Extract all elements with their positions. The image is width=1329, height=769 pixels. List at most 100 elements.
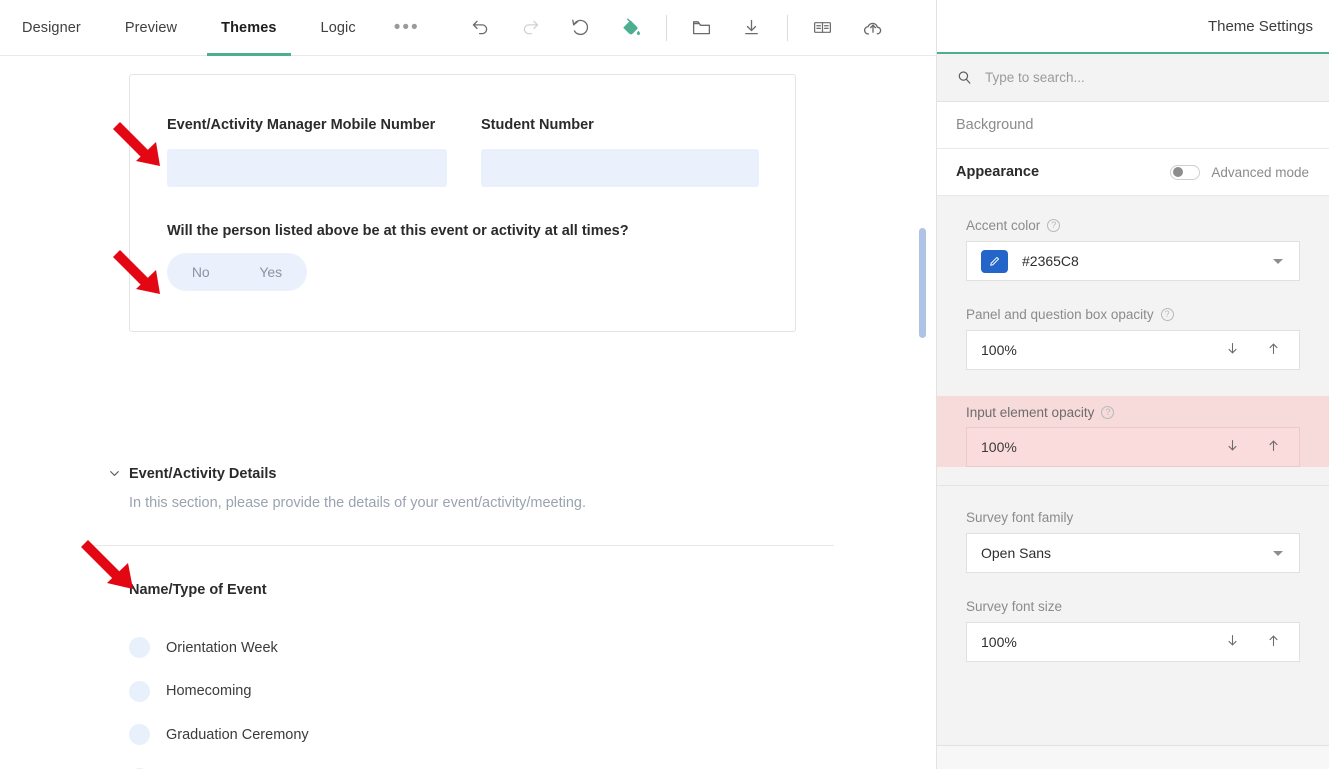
radio-option[interactable]: Homecoming <box>129 670 309 714</box>
toolbar-actions <box>456 10 898 46</box>
chevron-down-icon[interactable] <box>1273 258 1283 264</box>
spacer <box>937 486 1329 510</box>
appearance-fields: Accent color ? #2365C8 Panel and questio… <box>937 196 1329 662</box>
book-icon <box>814 22 832 33</box>
arrow-up-icon[interactable] <box>1266 438 1281 457</box>
arrow-down-icon[interactable] <box>1225 438 1240 457</box>
input-opacity-label-row: Input element opacity ? <box>966 405 1300 420</box>
radio-option-label: Homecoming <box>166 683 252 700</box>
theme-search-placeholder: Type to search... <box>985 70 1085 85</box>
field-mobile-number: Event/Activity Manager Mobile Number <box>167 117 435 133</box>
mobile-number-input[interactable] <box>167 149 447 187</box>
input-opacity-control[interactable]: 100% <box>966 427 1300 467</box>
accordion-background[interactable]: Background <box>937 102 1329 149</box>
font-size-control[interactable]: 100% <box>966 622 1300 662</box>
cloud-upload-icon <box>863 22 881 35</box>
radio-option[interactable]: Graduation Ceremony <box>129 713 309 757</box>
toolbar-divider-2 <box>786 14 788 41</box>
font-family-select[interactable]: Open Sans <box>966 533 1300 573</box>
tab-preview[interactable]: Preview <box>103 0 199 56</box>
redo-button[interactable] <box>513 10 549 46</box>
folder-icon <box>693 21 711 35</box>
advanced-mode-control: Advanced mode <box>1170 164 1309 180</box>
panel-bottom-strip <box>937 745 1329 769</box>
color-swatch[interactable] <box>981 249 1008 273</box>
radio-circle-icon[interactable] <box>129 637 150 659</box>
field-mobile-number-label: Event/Activity Manager Mobile Number <box>167 117 436 133</box>
panel-opacity-value: 100% <box>981 342 1017 358</box>
arrow-down-icon[interactable] <box>1225 633 1240 652</box>
tab-logic-label: Logic <box>320 19 356 36</box>
radio-option[interactable]: Orientation Week <box>129 626 309 670</box>
boolean-option-no[interactable]: No <box>188 264 214 280</box>
chevron-down-icon[interactable] <box>108 467 121 485</box>
accordion-appearance[interactable]: Appearance Advanced mode <box>937 149 1329 196</box>
paint-bucket-icon <box>623 18 641 35</box>
font-family-label: Survey font family <box>966 510 1074 525</box>
question-panel: Event/Activity Manager Mobile Number Stu… <box>129 74 796 332</box>
toolbar-divider-1 <box>665 14 667 41</box>
section-divider <box>90 545 834 546</box>
input-opacity-label: Input element opacity <box>966 405 1095 420</box>
boolean-toggle[interactable]: No Yes <box>167 253 307 291</box>
help-icon[interactable]: ? <box>1160 308 1174 321</box>
pages-button[interactable] <box>805 10 841 46</box>
boolean-question-label-row: Will the person listed above be at this … <box>167 223 629 239</box>
spacer <box>937 467 1329 485</box>
help-icon[interactable]: ? <box>1047 219 1061 232</box>
tab-logic[interactable]: Logic <box>299 0 378 56</box>
input-opacity-value: 100% <box>981 439 1017 455</box>
section-description: In this section, please provide the deta… <box>129 495 586 511</box>
canvas-vertical-scrollbar[interactable] <box>919 228 926 338</box>
arrow-up-icon[interactable] <box>1266 633 1281 652</box>
publish-button[interactable] <box>855 10 891 46</box>
accent-color-control[interactable]: #2365C8 <box>966 241 1300 281</box>
tab-themes[interactable]: Themes <box>199 0 298 56</box>
chevron-down-icon[interactable] <box>1273 550 1283 556</box>
reset-icon <box>572 19 589 35</box>
theme-settings-panel: Theme Settings Type to search... Backgro… <box>936 0 1329 769</box>
top-toolbar: Designer Preview Themes Logic ••• <box>0 0 936 56</box>
panel-opacity-label: Panel and question box opacity <box>966 307 1154 322</box>
reset-button[interactable] <box>563 10 599 46</box>
tab-designer-label: Designer <box>22 19 81 36</box>
field-student-number-label: Student Number <box>481 117 594 133</box>
font-size-value: 100% <box>981 634 1017 650</box>
theme-fill-button[interactable] <box>613 10 649 46</box>
help-icon[interactable]: ? <box>1101 406 1115 419</box>
panel-opacity-control[interactable]: 100% <box>966 330 1300 370</box>
font-family-value: Open Sans <box>981 545 1052 561</box>
accordion-appearance-label: Appearance <box>956 164 1040 180</box>
tab-themes-label: Themes <box>221 19 277 36</box>
download-button[interactable] <box>734 10 770 46</box>
radio-circle-icon[interactable] <box>129 724 150 746</box>
boolean-option-yes[interactable]: Yes <box>255 264 286 280</box>
tab-more-menu[interactable]: ••• <box>378 0 436 56</box>
theme-search-box[interactable]: Type to search... <box>937 54 1329 102</box>
radio-option-label: Graduation Ceremony <box>166 726 309 743</box>
form-canvas: Event/Activity Manager Mobile Number Stu… <box>0 56 936 769</box>
accent-color-label: Accent color <box>966 218 1041 233</box>
font-family-label-row: Survey font family <box>966 510 1300 525</box>
main-tabs: Designer Preview Themes Logic ••• <box>0 0 436 56</box>
tab-designer[interactable]: Designer <box>0 0 103 56</box>
open-button[interactable] <box>684 10 720 46</box>
radio-circle-icon[interactable] <box>129 680 150 702</box>
radio-group-name-type: Orientation Week Homecoming Graduation C… <box>129 626 309 769</box>
arrow-up-icon[interactable] <box>1266 341 1281 360</box>
field-accent-color: Accent color ? #2365C8 <box>937 196 1329 281</box>
field-input-element-opacity: Input element opacity ? 100% <box>937 396 1329 467</box>
input-opacity-stepper <box>1225 438 1281 457</box>
advanced-mode-toggle[interactable] <box>1170 164 1201 180</box>
tab-preview-label: Preview <box>124 19 178 36</box>
student-number-input[interactable] <box>481 149 759 187</box>
more-dots-icon: ••• <box>393 16 420 38</box>
accent-color-label-row: Accent color ? <box>966 218 1300 233</box>
arrow-down-icon[interactable] <box>1225 341 1240 360</box>
undo-button[interactable] <box>463 10 499 46</box>
accent-color-value: #2365C8 <box>1022 253 1079 269</box>
section-header[interactable]: Event/Activity Details <box>108 466 276 485</box>
radio-option[interactable]: Fresher's Ball <box>129 757 309 769</box>
